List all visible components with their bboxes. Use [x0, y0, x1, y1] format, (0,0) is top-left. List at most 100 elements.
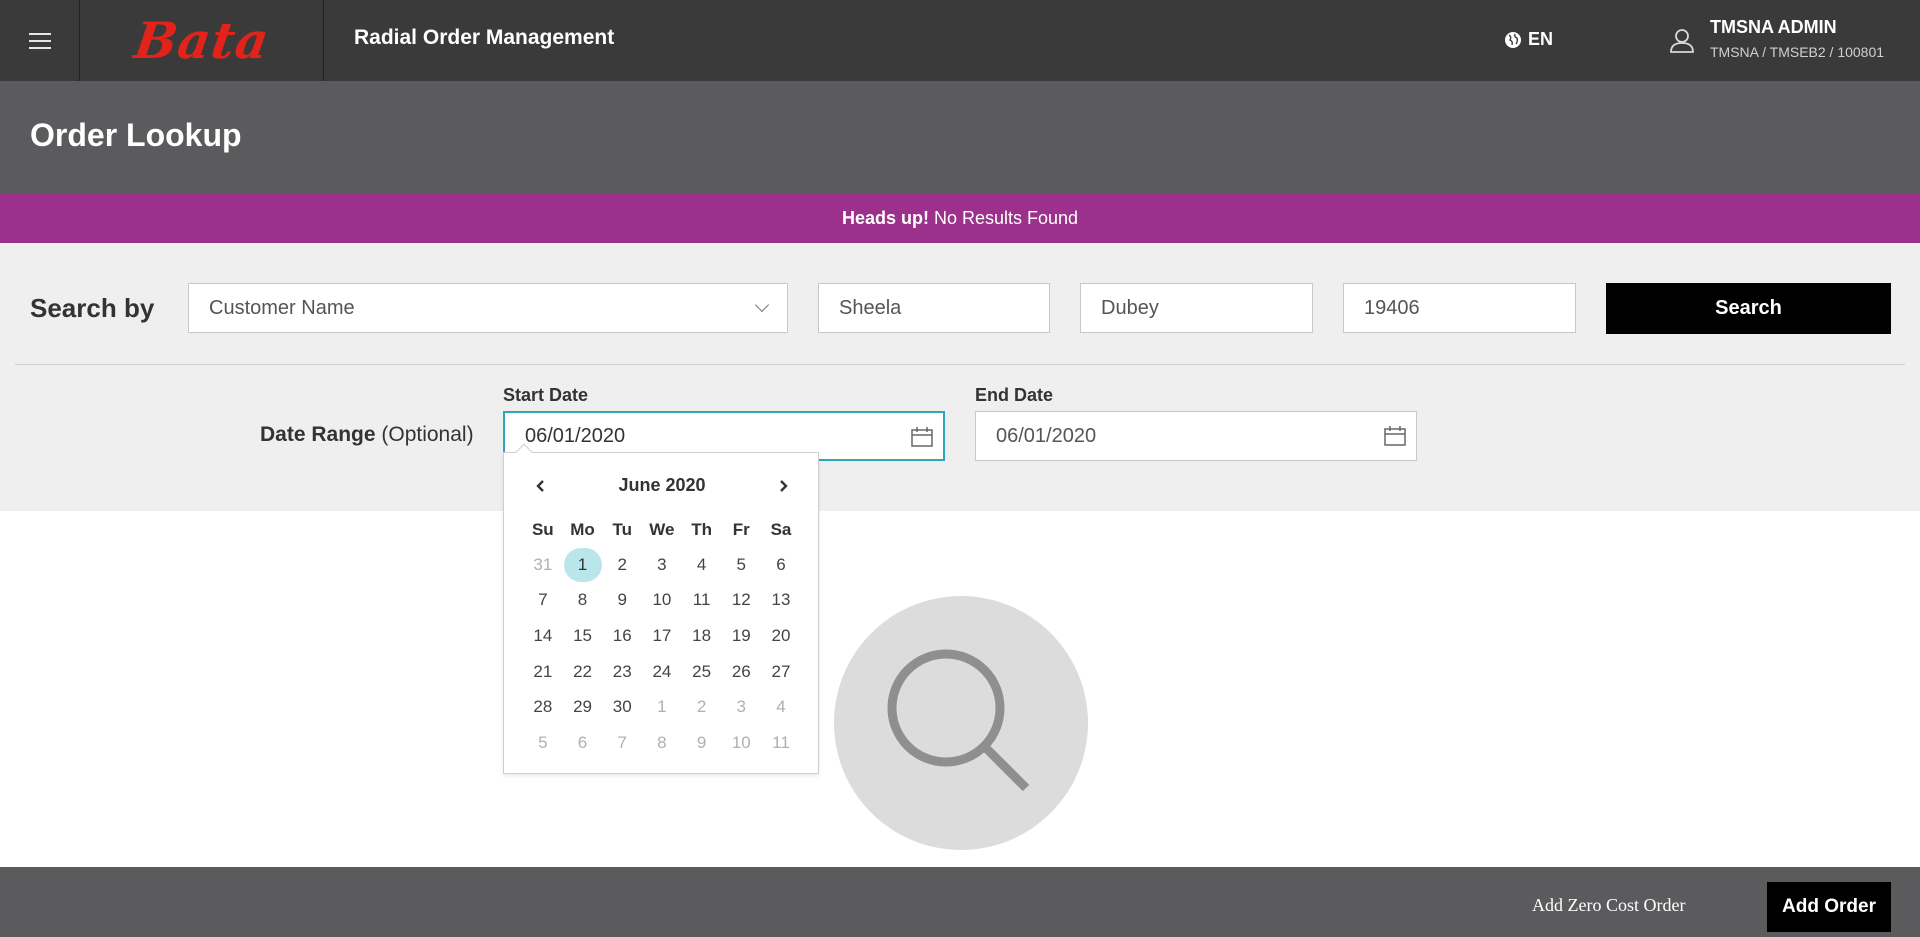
calendar-day[interactable]: 20 — [761, 618, 801, 654]
date-picker-month-title[interactable]: June 2020 — [504, 475, 820, 496]
calendar-day-number: 10 — [652, 590, 672, 610]
calendar-day[interactable]: 2 — [602, 547, 642, 583]
first-name-input[interactable]: Sheela — [818, 283, 1050, 333]
end-date-value: 06/01/2020 — [996, 424, 1097, 447]
calendar-day[interactable]: 14 — [523, 618, 563, 654]
calendar-day[interactable]: 23 — [602, 654, 642, 690]
calendar-day[interactable]: 21 — [523, 654, 563, 690]
search-type-select[interactable]: Customer Name — [188, 283, 788, 333]
globe-icon — [1505, 31, 1521, 48]
language-selector[interactable]: EN — [1504, 29, 1553, 50]
calendar-day[interactable]: 19 — [721, 618, 761, 654]
calendar-day[interactable]: 13 — [761, 583, 801, 619]
calendar-day-number: 8 — [577, 590, 588, 610]
calendar-day-number: 12 — [731, 590, 751, 610]
date-picker-header: June 2020 — [504, 473, 820, 499]
calendar-day-number: 5 — [538, 732, 548, 752]
calendar-day[interactable]: 9 — [602, 583, 642, 619]
user-name[interactable]: TMSNA ADMIN — [1710, 17, 1837, 38]
calendar-icon[interactable] — [1384, 426, 1406, 446]
calendar-day[interactable]: 6 — [563, 725, 603, 761]
weekday-header: Mo — [570, 520, 595, 539]
calendar-day[interactable]: 4 — [761, 689, 801, 725]
calendar-day-number: 11 — [772, 732, 790, 752]
chevron-down-icon — [754, 297, 770, 313]
calendar-day[interactable]: 24 — [642, 654, 682, 690]
hamburger-menu-icon — [28, 32, 51, 49]
calendar-day-number: 1 — [657, 697, 667, 717]
weekday-header: Tu — [612, 520, 632, 539]
calendar-day-number: 4 — [696, 554, 707, 574]
calendar-day-number: 14 — [533, 625, 553, 645]
calendar-day[interactable]: 31 — [523, 547, 563, 583]
page-header: Order Lookup — [0, 81, 1920, 193]
add-order-button[interactable]: Add Order — [1767, 882, 1891, 932]
calendar-day[interactable]: 1 — [642, 689, 682, 725]
calendar-day-number: 7 — [617, 732, 627, 752]
calendar-day[interactable]: 22 — [563, 654, 603, 690]
calendar-day[interactable]: 25 — [682, 654, 722, 690]
language-label: EN — [1528, 29, 1554, 49]
calendar-day[interactable]: 26 — [721, 654, 761, 690]
calendar-day-number: 24 — [652, 661, 672, 681]
zip-code-input[interactable]: 19406 — [1343, 283, 1576, 333]
calendar-day-number: 1 — [563, 547, 602, 582]
end-date-label: End Date — [975, 385, 1054, 405]
calendar-day-number: 2 — [696, 697, 707, 717]
brand-logo-container[interactable]: Bata — [81, 0, 324, 81]
calendar-day[interactable]: 3 — [642, 547, 682, 583]
search-type-value: Customer Name — [209, 296, 355, 319]
calendar-day-number: 4 — [776, 697, 786, 717]
calendar-day[interactable]: 30 — [602, 689, 642, 725]
calendar-day-number: 22 — [573, 661, 592, 681]
calendar-day[interactable]: 2 — [682, 689, 722, 725]
menu-button[interactable] — [0, 0, 80, 81]
weekday-header: Th — [691, 520, 712, 539]
date-range-label: Date Range (Optional) — [260, 423, 474, 447]
weekday-header: Sa — [770, 520, 792, 539]
calendar-day-number: 6 — [577, 732, 588, 752]
calendar-day[interactable]: 28 — [523, 689, 563, 725]
calendar-day-number: 19 — [731, 625, 751, 645]
calendar-day[interactable]: 12 — [721, 583, 761, 619]
alert-message: No Results Found — [933, 207, 1079, 228]
calendar-day[interactable]: 5 — [721, 547, 761, 583]
calendar-day[interactable]: 18 — [682, 618, 722, 654]
calendar-day-number: 16 — [612, 625, 632, 645]
calendar-day-number: 13 — [771, 590, 791, 610]
calendar-day[interactable]: 17 — [642, 618, 682, 654]
calendar-day[interactable]: 9 — [682, 725, 722, 761]
calendar-day[interactable]: 16 — [602, 618, 642, 654]
calendar-day[interactable]: 11 — [682, 583, 722, 619]
calendar-day[interactable]: 27 — [761, 654, 801, 690]
calendar-day[interactable]: 29 — [563, 689, 603, 725]
add-zero-cost-order-link[interactable]: Add Zero Cost Order — [1532, 895, 1685, 916]
calendar-day[interactable]: 10 — [721, 725, 761, 761]
calendar-day[interactable]: 4 — [682, 547, 722, 583]
calendar-day[interactable]: 15 — [563, 618, 603, 654]
calendar-day[interactable]: 11 — [761, 725, 801, 761]
end-date-input[interactable]: 06/01/2020 — [975, 411, 1417, 461]
calendar-day-number: 15 — [573, 625, 592, 645]
calendar-day[interactable]: 5 — [523, 725, 563, 761]
brand-logo: Bata — [130, 11, 274, 70]
page-title: Order Lookup — [30, 117, 242, 153]
calendar-day[interactable]: 10 — [642, 583, 682, 619]
calendar-day[interactable]: 8 — [563, 583, 603, 619]
calendar-day[interactable]: 6 — [761, 547, 801, 583]
calendar-day[interactable]: 8 — [642, 725, 682, 761]
chevron-right-icon[interactable] — [774, 477, 792, 495]
calendar-day[interactable]: 7 — [602, 725, 642, 761]
search-button[interactable]: Search — [1606, 283, 1891, 334]
user-icon[interactable] — [1668, 26, 1696, 54]
search-panel: Search by Customer Name Sheela Dubey 194… — [0, 243, 1920, 511]
last-name-input[interactable]: Dubey — [1080, 283, 1313, 333]
calendar-day[interactable]: 7 — [523, 583, 563, 619]
calendar-day-number: 21 — [533, 661, 553, 681]
date-picker-grid: Su Mo Tu We Th Fr Sa 31 1 2 3 4 5 6 7 8 9 10 11 12 13 14 15 16 1… — [523, 513, 801, 761]
calendar-day-number: 9 — [617, 590, 627, 610]
calendar-icon[interactable] — [911, 427, 933, 447]
calendar-day-number: 27 — [771, 661, 791, 681]
calendar-day-selected[interactable]: 1 — [563, 547, 603, 583]
calendar-day[interactable]: 3 — [721, 689, 761, 725]
